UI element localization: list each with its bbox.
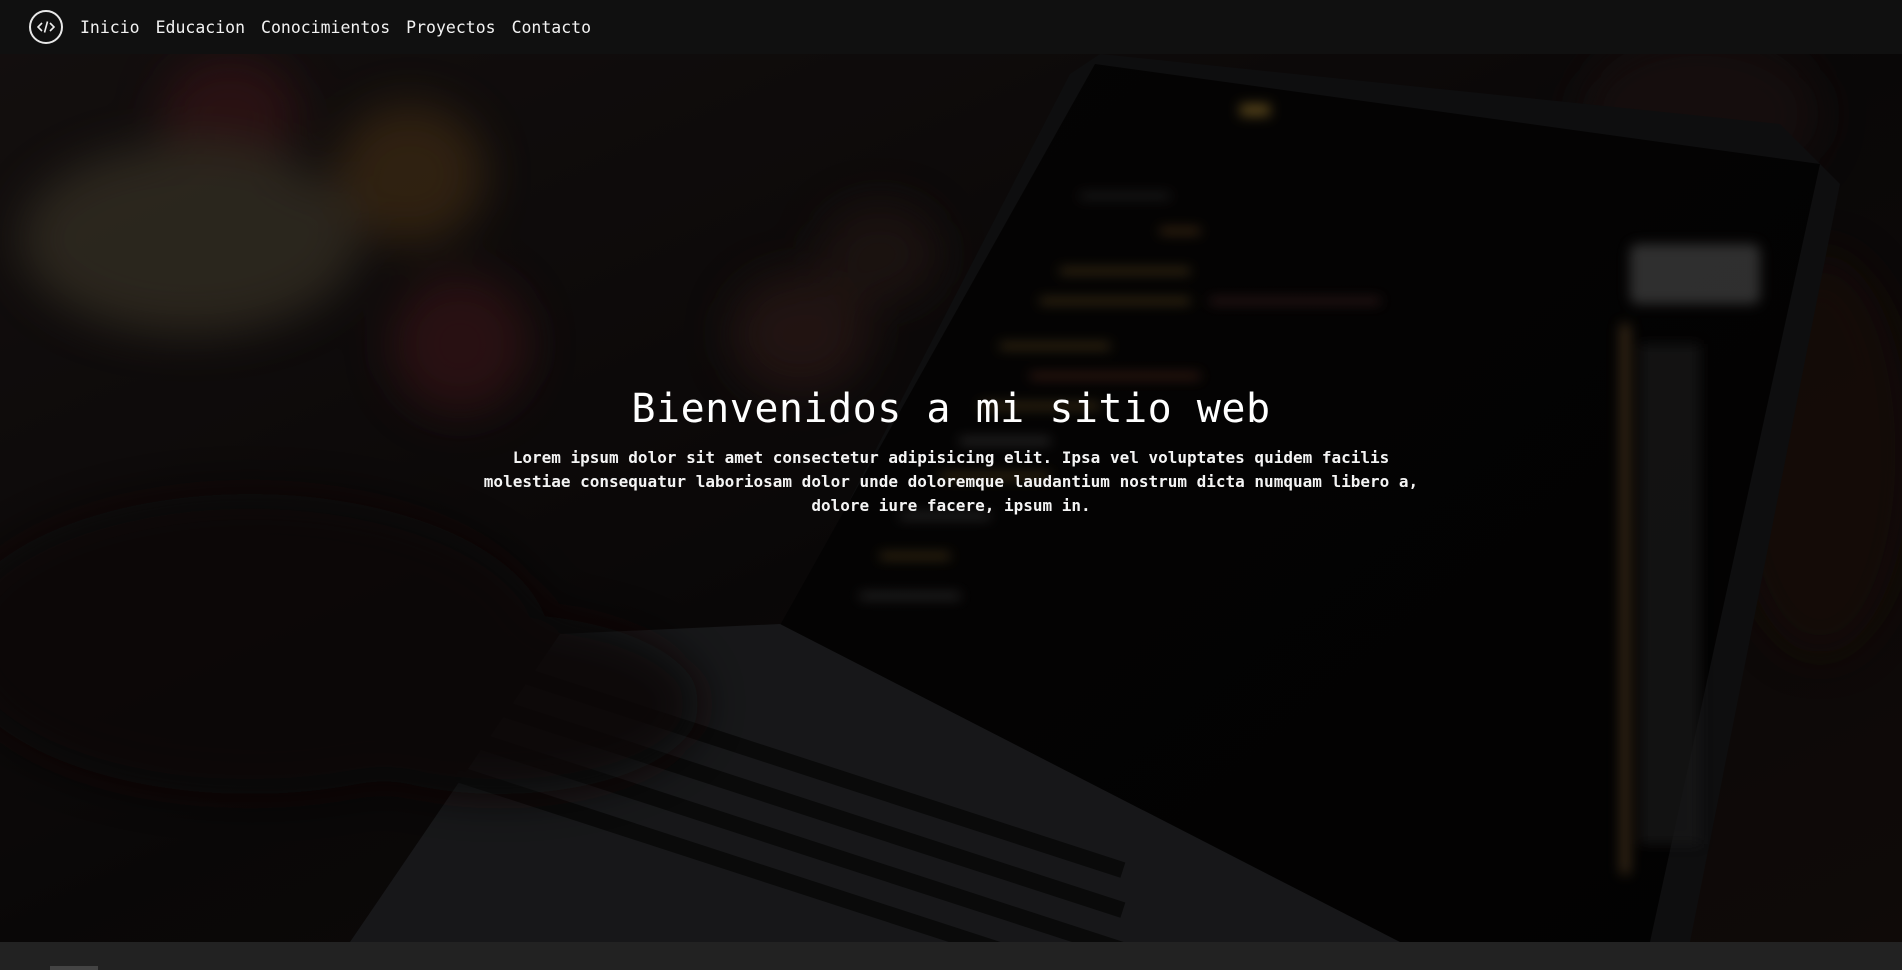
hero-title: Bienvenidos a mi sitio web	[631, 386, 1271, 432]
nav-link-inicio[interactable]: Inicio	[72, 18, 148, 37]
next-section-edge	[0, 942, 1902, 970]
code-brackets-icon[interactable]	[29, 10, 63, 44]
nav-link-proyectos[interactable]: Proyectos	[398, 18, 503, 37]
hero-content: Bienvenidos a mi sitio web Lorem ipsum d…	[0, 386, 1902, 518]
hero-description: Lorem ipsum dolor sit amet consectetur a…	[483, 448, 1419, 515]
section-tab	[50, 966, 98, 970]
nav-link-educacion[interactable]: Educacion	[148, 18, 253, 37]
navbar: Inicio Educacion Conocimientos Proyectos…	[0, 0, 1902, 54]
nav-link-contacto[interactable]: Contacto	[504, 18, 599, 37]
nav-links: Inicio Educacion Conocimientos Proyectos…	[72, 18, 599, 37]
hero-section: Bienvenidos a mi sitio web Lorem ipsum d…	[0, 54, 1902, 942]
nav-link-conocimientos[interactable]: Conocimientos	[253, 18, 398, 37]
